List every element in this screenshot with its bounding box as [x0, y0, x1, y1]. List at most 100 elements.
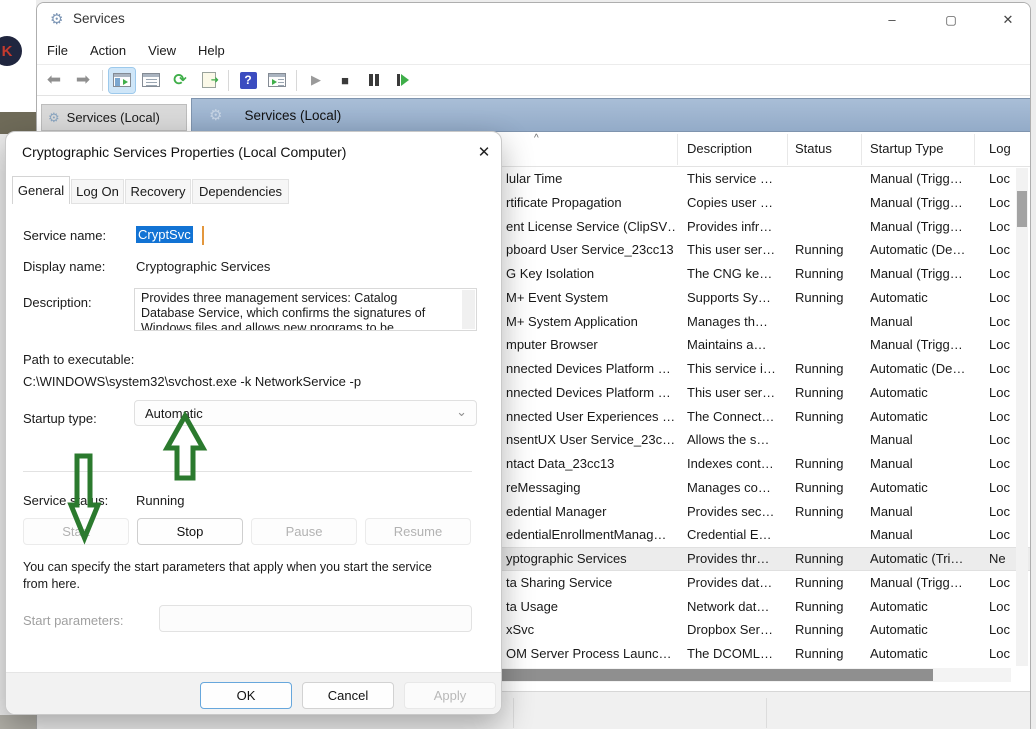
stop-button[interactable]: Stop [137, 518, 243, 545]
column-header-description[interactable]: Description [687, 141, 787, 156]
toggle-console-tree-button[interactable] [109, 68, 135, 93]
forward-button[interactable]: ➡ [70, 68, 96, 93]
properties-dialog: Cryptographic Services Properties (Local… [5, 131, 502, 715]
cell-logon: Loc [989, 428, 1019, 452]
window-titlebar[interactable]: ⚙ Services – ▢ ✕ [37, 3, 1030, 36]
column-divider[interactable] [974, 134, 975, 165]
cell-desc: Credential E… [687, 523, 787, 547]
pause-button[interactable]: Pause [251, 518, 357, 545]
cell-desc: Supports Sy… [687, 286, 787, 310]
cell-name: xSvc [506, 618, 677, 642]
minimize-button[interactable]: – [880, 9, 904, 31]
cell-startup: Automatic [870, 286, 972, 310]
cell-startup: Manual (Trigg… [870, 571, 972, 595]
cell-status: Running [795, 618, 865, 642]
column-header-status[interactable]: Status [795, 141, 861, 156]
start-parameters-input[interactable] [159, 605, 472, 632]
console-tree-root-node[interactable]: ⚙ Services (Local) [41, 104, 187, 131]
menu-file[interactable]: File [47, 43, 68, 58]
show-extended-view-button[interactable] [264, 68, 290, 93]
apply-button[interactable]: Apply [404, 682, 496, 709]
description-scrollbar[interactable] [462, 290, 475, 329]
menu-action[interactable]: Action [90, 43, 126, 58]
cell-logon: Loc [989, 476, 1019, 500]
cell-desc: This service i… [687, 357, 787, 381]
pause-service-button[interactable] [361, 68, 387, 93]
resume-button[interactable]: Resume [365, 518, 471, 545]
service-name-value[interactable]: CryptSvc [136, 226, 193, 243]
pane-header: ⚙ Services (Local) [191, 98, 1031, 132]
path-to-executable-label: Path to executable: [23, 352, 134, 367]
export-list-icon: ➜ [202, 72, 216, 88]
start-button[interactable]: Start [23, 518, 129, 545]
column-divider[interactable] [677, 134, 678, 165]
help-button[interactable]: ? [235, 68, 261, 93]
tab-log-on[interactable]: Log On [71, 179, 124, 204]
tab-recovery[interactable]: Recovery [125, 179, 191, 204]
ok-button[interactable]: OK [200, 682, 292, 709]
cell-startup: Manual (Trigg… [870, 262, 972, 286]
toolbar-separator [296, 70, 297, 91]
menubar: File Action View Help [37, 36, 1030, 65]
cell-name: edentialEnrollmentManag… [506, 523, 677, 547]
cell-name: OM Server Process Launc… [506, 642, 677, 666]
column-divider[interactable] [787, 134, 788, 165]
column-divider[interactable] [861, 134, 862, 165]
cell-status: Running [795, 500, 865, 524]
cancel-button[interactable]: Cancel [302, 682, 394, 709]
menu-help[interactable]: Help [198, 43, 225, 58]
services-gear-icon: ⚙ [209, 106, 222, 124]
cell-desc: This service … [687, 167, 787, 191]
service-status-label: Service status: [23, 493, 108, 508]
chevron-down-icon: ⌄ [456, 404, 467, 420]
statusbar-divider [766, 698, 767, 728]
cell-name: G Key Isolation [506, 262, 677, 286]
refresh-button[interactable]: ⟳ [167, 68, 193, 93]
startup-type-dropdown[interactable]: Automatic ⌄ [134, 400, 477, 426]
tab-dependencies[interactable]: Dependencies [192, 179, 289, 204]
restart-service-button[interactable] [390, 68, 416, 93]
cell-startup: Automatic [870, 381, 972, 405]
cell-startup: Manual [870, 452, 972, 476]
background-bottom-left [0, 715, 36, 729]
help-icon: ? [240, 72, 257, 89]
vertical-scrollbar-thumb[interactable] [1017, 191, 1027, 227]
cell-status [795, 167, 865, 191]
sort-ascending-icon: ^ [534, 133, 539, 144]
stop-service-button[interactable]: ■ [332, 68, 358, 93]
cell-status [795, 310, 865, 334]
start-parameters-note: from here. [23, 577, 80, 591]
service-name-label: Service name: [23, 228, 106, 243]
cell-logon: Loc [989, 571, 1019, 595]
dialog-close-button[interactable]: ✕ [472, 141, 496, 165]
column-header-startup-type[interactable]: Startup Type [870, 141, 970, 156]
cell-desc: Dropbox Ser… [687, 618, 787, 642]
properties-button[interactable] [138, 68, 164, 93]
description-line: Database Service, which confirms the sig… [141, 306, 458, 321]
cell-desc: This user ser… [687, 238, 787, 262]
console-tree-root-label: Services (Local) [67, 110, 160, 125]
description-box[interactable]: Provides three management services: Cata… [134, 288, 477, 331]
cell-desc: The Connect… [687, 405, 787, 429]
back-button[interactable]: ⬅ [41, 68, 67, 93]
cell-status: Running [795, 476, 865, 500]
menu-view[interactable]: View [148, 43, 176, 58]
description-line: Provides three management services: Cata… [141, 291, 458, 306]
cell-name: ntact Data_23cc13 [506, 452, 677, 476]
start-service-button[interactable]: ▶ [303, 68, 329, 93]
maximize-button[interactable]: ▢ [939, 9, 963, 31]
vertical-scrollbar[interactable] [1016, 168, 1028, 666]
dialog-title: Cryptographic Services Properties (Local… [22, 144, 346, 160]
cell-status [795, 428, 865, 452]
column-header-log-on-as[interactable]: Log [989, 141, 1017, 156]
export-list-button[interactable]: ➜ [196, 68, 222, 93]
close-button[interactable]: ✕ [996, 9, 1020, 31]
cell-startup: Manual [870, 310, 972, 334]
toolbar: ⬅ ➡ ⟳ ➜ ? ▶ ■ [37, 65, 1030, 96]
cell-status: Running [795, 381, 865, 405]
cell-name: nsentUX User Service_23c… [506, 428, 677, 452]
cell-logon: Loc [989, 167, 1019, 191]
cell-startup: Manual [870, 500, 972, 524]
tab-general[interactable]: General [12, 176, 70, 204]
cell-startup: Automatic [870, 642, 972, 666]
